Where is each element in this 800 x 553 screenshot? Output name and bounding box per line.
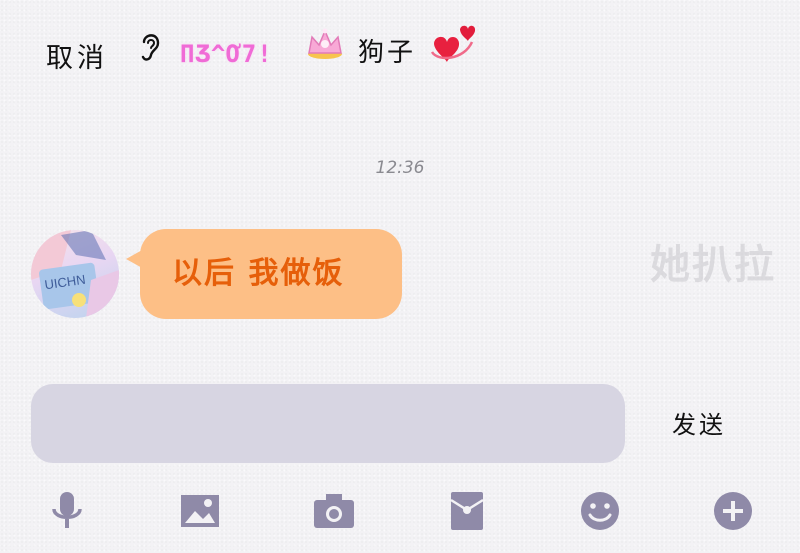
ear-icon[interactable] [136,30,164,64]
hearts-icon [430,25,476,62]
red-packet-icon [450,492,484,530]
camera-button[interactable] [311,488,357,534]
plus-button[interactable] [710,488,756,534]
camera-icon [314,494,354,528]
avatar-image: UICHN [31,230,119,318]
emoji-icon [581,492,619,530]
red-packet-button[interactable] [444,488,490,534]
ghost-watermark-text: 她扒拉 [650,242,776,288]
emoji-button[interactable] [577,488,623,534]
avatar[interactable]: UICHN [31,230,119,318]
nickname: 狗子 [358,38,417,68]
nickname-decoration: ΠƷ^Ơ7! [180,40,273,68]
message-text: 以后 我做饭 [172,256,345,291]
microphone-button[interactable] [44,488,90,534]
message-input[interactable] [31,384,625,463]
microphone-icon [52,492,82,528]
image-icon [181,495,219,527]
image-button[interactable] [177,488,223,534]
plus-icon [714,492,752,530]
cancel-button[interactable]: 取消 [46,36,108,75]
crown-icon [308,28,342,59]
message-timestamp: 12:36 [375,158,425,178]
send-button[interactable]: 发送 [672,405,726,440]
chat-header: 取消 ΠƷ^Ơ7! 狗子 [0,0,800,80]
